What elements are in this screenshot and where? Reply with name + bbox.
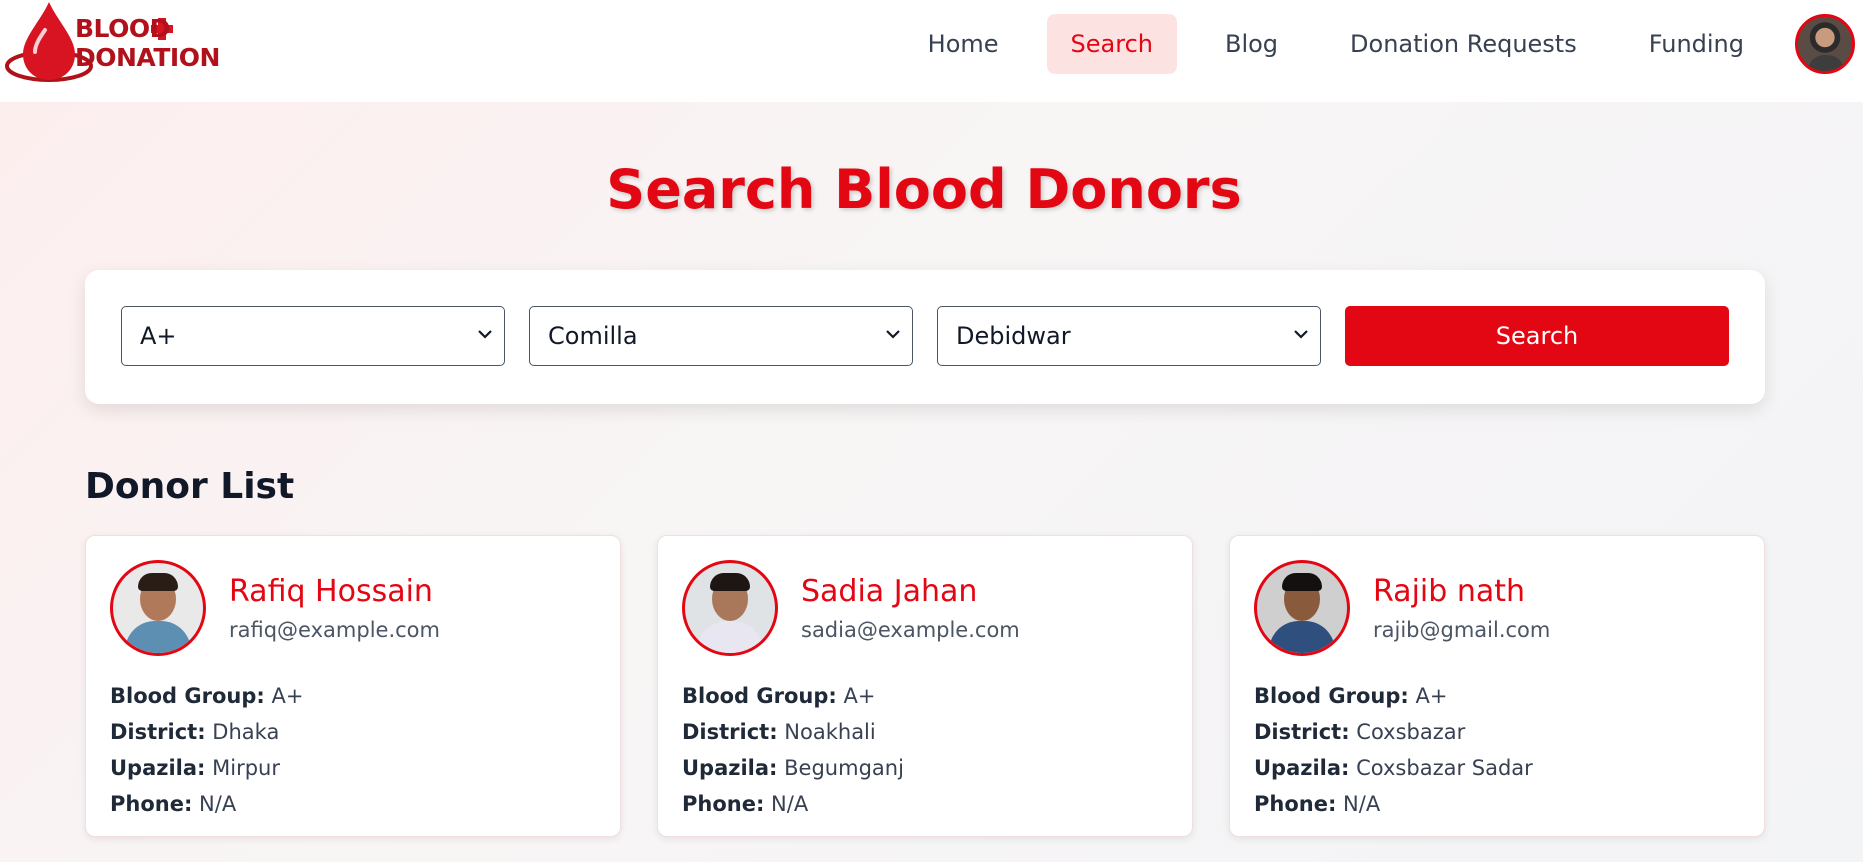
donor-details: Blood Group: A+ District: Coxsbazar Upaz… — [1254, 678, 1533, 822]
district-value: Comilla — [548, 322, 638, 350]
user-avatar[interactable] — [1795, 14, 1855, 74]
district-select[interactable]: Comilla — [529, 306, 913, 366]
avatar-silhouette — [1808, 55, 1844, 71]
donor-phone: Phone: N/A — [110, 792, 237, 816]
donor-email: rafiq@example.com — [229, 618, 440, 642]
donor-details: Blood Group: A+ District: Noakhali Upazi… — [682, 678, 904, 822]
donor-avatar — [1254, 560, 1350, 656]
donor-blood-group: Blood Group: A+ — [682, 684, 876, 708]
upazila-value: Debidwar — [956, 322, 1071, 350]
main-content: Search Blood Donors A+ Comilla Debidwar … — [0, 102, 1863, 862]
chevron-down-icon — [886, 330, 900, 339]
brand-line1: BLOOD — [75, 14, 170, 43]
search-form: A+ Comilla Debidwar Search — [85, 270, 1765, 404]
donor-details: Blood Group: A+ District: Dhaka Upazila:… — [110, 678, 303, 822]
donor-card: Rajib nath rajib@gmail.com Blood Group: … — [1229, 535, 1765, 837]
nav-search[interactable]: Search — [1046, 14, 1177, 74]
donor-avatar — [110, 560, 206, 656]
donor-card: Sadia Jahan sadia@example.com Blood Grou… — [657, 535, 1193, 837]
donor-district: District: Dhaka — [110, 720, 280, 744]
donor-email: sadia@example.com — [801, 618, 1020, 642]
brand-logo[interactable]: BLOOD DONATION — [5, 0, 220, 88]
brand-name: BLOOD DONATION — [75, 14, 220, 72]
donor-phone: Phone: N/A — [682, 792, 809, 816]
main-nav: Home Search Blog Donation Requests Fundi… — [880, 14, 1768, 74]
page-title: Search Blood Donors — [606, 158, 1242, 221]
chevron-down-icon — [1294, 330, 1308, 339]
upazila-select[interactable]: Debidwar — [937, 306, 1321, 366]
brand-line2: DONATION — [75, 43, 220, 72]
donor-district: District: Noakhali — [682, 720, 876, 744]
nav-blog[interactable]: Blog — [1201, 14, 1302, 74]
nav-funding[interactable]: Funding — [1625, 14, 1768, 74]
chevron-down-icon — [478, 330, 492, 339]
donor-upazila: Upazila: Mirpur — [110, 756, 281, 780]
donor-district: District: Coxsbazar — [1254, 720, 1466, 744]
donor-card: Rafiq Hossain rafiq@example.com Blood Gr… — [85, 535, 621, 837]
donor-name: Rajib nath — [1373, 574, 1525, 609]
donor-name: Rafiq Hossain — [229, 574, 433, 609]
nav-home[interactable]: Home — [904, 14, 1023, 74]
nav-donation-requests[interactable]: Donation Requests — [1326, 14, 1601, 74]
donor-email: rajib@gmail.com — [1373, 618, 1551, 642]
donor-list-title: Donor List — [85, 466, 295, 507]
blood-group-select[interactable]: A+ — [121, 306, 505, 366]
donor-upazila: Upazila: Coxsbazar Sadar — [1254, 756, 1533, 780]
navbar: BLOOD DONATION Home Search Blog Donation… — [0, 0, 1863, 102]
blood-group-value: A+ — [140, 322, 177, 350]
donor-name: Sadia Jahan — [801, 574, 978, 609]
donor-blood-group: Blood Group: A+ — [1254, 684, 1448, 708]
donor-avatar — [682, 560, 778, 656]
donor-upazila: Upazila: Begumganj — [682, 756, 904, 780]
search-button[interactable]: Search — [1345, 306, 1729, 366]
donor-blood-group: Blood Group: A+ — [110, 684, 304, 708]
donor-phone: Phone: N/A — [1254, 792, 1381, 816]
